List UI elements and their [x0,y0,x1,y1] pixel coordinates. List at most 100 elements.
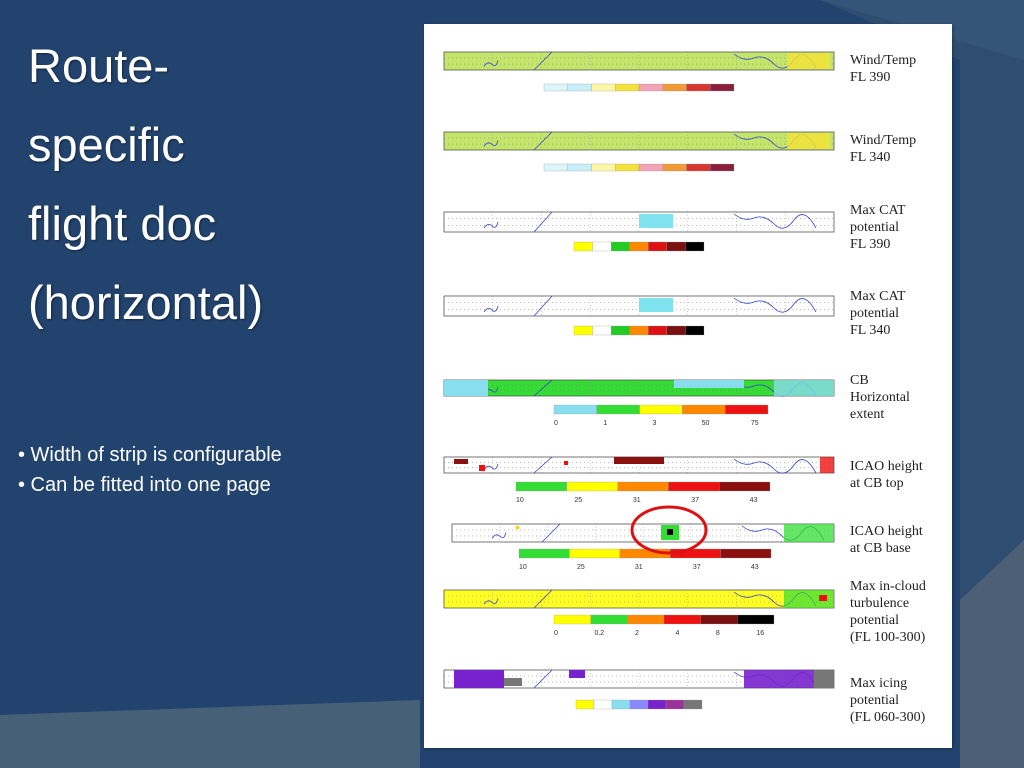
legend-swatch [553,614,591,625]
cb-top-area [820,457,834,473]
legend-swatch [573,325,593,336]
wind-band [787,53,831,69]
legend-tick-label: 8 [716,630,720,637]
panel-label: Wind/Temp [850,53,916,68]
panel-label: (FL 060-300) [850,710,926,725]
legend-swatch [710,83,735,92]
legend-swatch [590,614,628,625]
doc-panel-max-cat-fl340: Max CAT potential FL 340 [443,289,906,338]
doc-panel-wind-temp-fl340: Wind/Temp FL 340 [443,131,916,172]
legend-swatch [685,325,705,336]
legend-swatch [553,404,597,415]
legend-tick-label: 10 [519,564,527,571]
doc-panel-cb-horizontal-extent: 0 1 3 50 75 CB Horizontal extent [443,373,910,427]
cat-area [639,214,673,228]
cat-area [639,298,673,312]
doc-panel-wind-temp-fl390: Wind/Temp FL 390 [443,51,916,92]
cb-top-area [479,465,485,471]
slide-title: Route- specific flight doc (horizontal) [28,26,408,342]
legend-tick-label: 1 [603,420,607,427]
legend-tick-label: 2 [635,630,639,637]
title-line: flight doc [28,197,217,250]
title-line: specific [28,118,185,171]
cb-area [674,380,744,388]
legend-swatch [573,241,593,252]
flight-document-figure: Wind/Temp FL 390 Wind/Temp FL 340 Max CAT pot… [443,51,926,725]
legend-tick-label: 43 [750,497,758,504]
panel-label: (FL 100-300) [850,630,926,645]
cb-top-area [454,459,468,464]
legend-tick-label: 0.2 [594,630,604,637]
icing-area [454,670,504,688]
panel-label: turbulence [850,596,909,611]
cb-top-area [564,461,568,465]
legend-swatch [648,325,668,336]
cb-area [774,380,834,396]
legend-swatch [615,163,640,172]
doc-panel-icao-height-cb-top: 10 25 31 37 43 ICAO height at CB top [443,456,923,504]
legend-swatch [567,163,592,172]
legend-swatch [610,241,630,252]
cb-base-area [784,524,834,542]
legend-swatch [610,325,630,336]
bullet-item: • Width of strip is configurable [18,444,282,466]
title-line: Route- [28,39,170,92]
legend-swatch [575,699,595,710]
legend-swatch [566,481,618,492]
legend-swatch [591,83,616,92]
legend-swatch [592,241,612,252]
panel-label: potential [850,693,899,708]
panel-label: ICAO height [850,459,923,474]
doc-panel-max-icing-potential: Max icing potential (FL 060-300) [443,669,926,725]
title-line: (horizontal) [28,276,264,329]
legend-tick-label: 31 [633,497,641,504]
legend-tick-label: 16 [756,630,764,637]
legend-tick-label: 0 [554,420,558,427]
legend-swatch [543,83,568,92]
panel-label: FL 390 [850,70,890,85]
legend-swatch [685,241,705,252]
legend-tick-label: 3 [652,420,656,427]
legend-swatch [629,241,649,252]
legend-swatch [647,699,667,710]
legend-swatch [668,481,720,492]
legend-swatch [719,481,771,492]
legend-swatch [617,481,669,492]
legend-tick-label: 10 [516,497,524,504]
legend-swatch [666,241,686,252]
bg-bottom-band [0,700,420,768]
panel-label: potential [850,220,899,235]
turbulence-area [819,595,827,601]
panel-label: Max in-cloud [850,579,926,594]
legend-swatch [686,163,711,172]
legend-swatch [515,481,567,492]
legend-swatch [615,83,640,92]
icing-area [814,670,834,688]
legend-swatch [518,548,570,559]
panel-label: FL 340 [850,150,890,165]
icing-area [504,678,522,686]
legend-tick-label: 31 [635,564,643,571]
legend-swatch [543,163,568,172]
panel-label: extent [850,407,884,422]
panel-label: ICAO height [850,524,923,539]
legend-swatch [682,404,726,415]
cb-base-area [516,526,519,529]
panel-label: FL 390 [850,237,890,252]
legend-swatch [569,548,620,559]
panel-label: CB [850,373,869,388]
panel-label: Max icing [850,676,907,691]
panel-label: at CB base [850,541,911,556]
doc-panel-icao-height-cb-base: 10 25 31 37 43 ICAO height at CB base [451,523,923,571]
doc-panel-max-in-cloud-turbulence: 0 0.2 2 4 8 16 Max in-cloud turbulence potential… [443,579,926,645]
icing-area [744,670,814,688]
panel-label: Horizontal [850,390,910,405]
legend-swatch [683,699,703,710]
legend-swatch [627,614,665,625]
panel-label: Wind/Temp [850,133,916,148]
panel-label: at CB top [850,476,904,491]
legend-swatch [638,83,663,92]
legend-swatch [638,163,663,172]
legend-tick-label: 4 [675,630,679,637]
legend-swatch [662,83,687,92]
